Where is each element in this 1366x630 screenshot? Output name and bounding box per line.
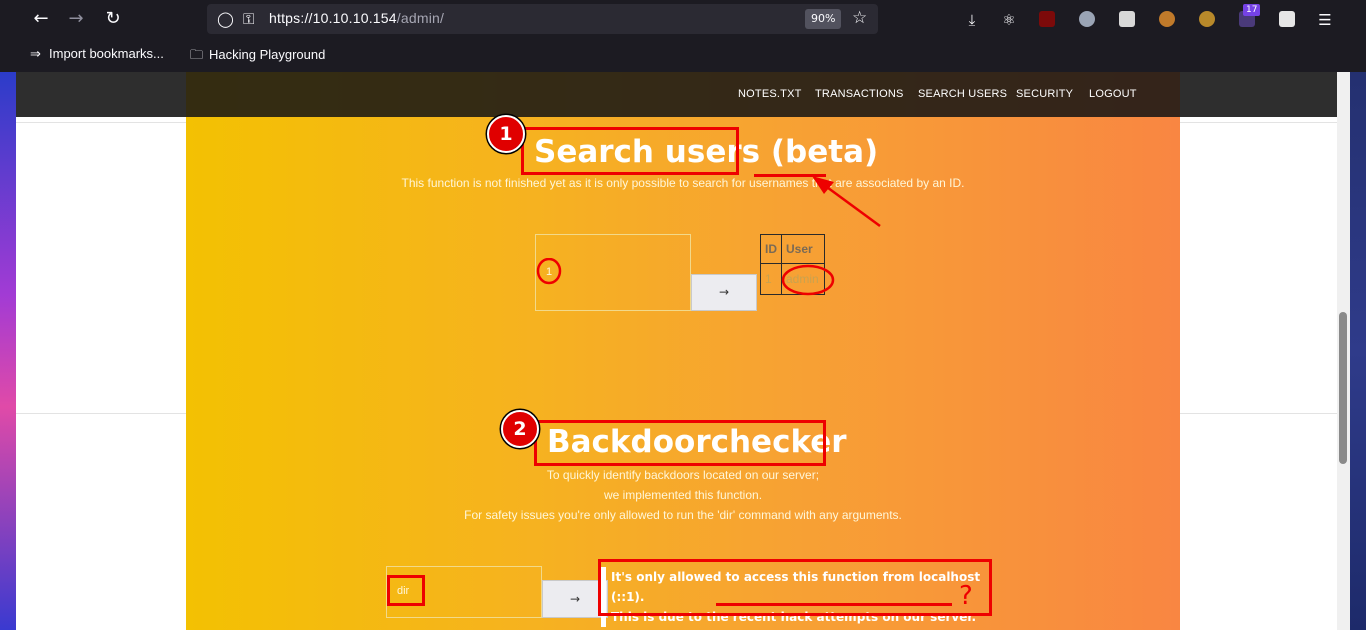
annotation-marker-1: 1	[487, 115, 525, 153]
extension-badge: 17	[1243, 4, 1261, 16]
qr-code-icon[interactable]	[1119, 11, 1135, 27]
annotation-marker-2: 2	[501, 410, 539, 448]
browser-toolbar: ← → ↻ ◯ ⚿ https://10.10.10.154/admin/ 90…	[0, 0, 1366, 38]
annotation-circle-input	[536, 258, 562, 285]
annotation-arrow	[812, 176, 881, 228]
bookmark-folder-label: Hacking Playground	[209, 47, 326, 62]
annotation-question-mark: ?	[959, 581, 973, 611]
annotation-box-search-title	[521, 127, 739, 175]
nav-notes[interactable]: NOTES.TXT	[738, 88, 802, 100]
nav-transactions[interactable]: TRANSACTIONS	[815, 88, 904, 100]
bookmark-folder-hacking[interactable]: 🗀 Hacking Playground	[190, 46, 325, 68]
table-header-id: ID	[760, 234, 782, 264]
forward-icon[interactable]: →	[62, 6, 90, 32]
backdoor-description-line1: To quickly identify backdoors located on…	[546, 468, 820, 482]
cookie-icon[interactable]	[1159, 11, 1175, 27]
annotation-box-error	[598, 559, 992, 616]
url-bar[interactable]: ◯ ⚿ https://10.10.10.154/admin/ 90% ☆	[207, 4, 878, 34]
backdoor-description-line3: For safety issues you're only allowed to…	[464, 508, 902, 522]
desktop-wallpaper-right	[1350, 72, 1366, 630]
nav-logout[interactable]: LOGOUT	[1089, 88, 1137, 100]
bookmark-import-label: Import bookmarks...	[49, 46, 164, 61]
import-icon: ⇒	[30, 46, 41, 61]
url-text[interactable]: https://10.10.10.154/admin/	[269, 10, 444, 26]
extensions-puzzle-icon[interactable]: ⚛	[998, 9, 1020, 31]
ublock-icon[interactable]	[1039, 11, 1055, 27]
annotation-circle-admin	[781, 264, 835, 296]
nav-search-users[interactable]: SEARCH USERS	[918, 88, 1007, 100]
zoom-level[interactable]: 90%	[805, 9, 842, 29]
search-users-title-beta: (beta)	[770, 134, 879, 170]
folder-icon: 🗀	[190, 47, 204, 62]
url-path: /admin/	[396, 10, 445, 26]
shield-icon[interactable]: ◯	[217, 10, 234, 28]
backdoor-description-line2: we implemented this function.	[603, 488, 763, 502]
scrollbar-thumb[interactable]	[1339, 312, 1347, 464]
reload-icon[interactable]: ↻	[99, 6, 127, 32]
annotation-box-backdoor-title	[534, 420, 826, 466]
menu-hamburger-icon[interactable]: ☰	[1314, 9, 1336, 31]
desktop-wallpaper-left	[0, 72, 16, 630]
nav-security[interactable]: SECURITY	[1016, 88, 1073, 100]
site-navbar: NOTES.TXT TRANSACTIONS SEARCH USERS SECU…	[186, 72, 1180, 117]
screenshot-icon[interactable]	[1279, 11, 1295, 27]
page-viewport: Search users (beta) This function is not…	[16, 72, 1337, 630]
annotation-box-dir-input	[387, 575, 425, 606]
table-header-user: User	[781, 234, 825, 264]
back-icon[interactable]: ←	[27, 6, 55, 32]
search-submit-button[interactable]: →	[691, 274, 757, 311]
cookie-editor-icon[interactable]	[1199, 11, 1215, 27]
bookmark-import[interactable]: ⇒ Import bookmarks...	[30, 46, 164, 62]
bookmarks-bar: ⇒ Import bookmarks... 🗀 Hacking Playground	[0, 38, 1366, 73]
search-users-subtitle: This function is not finished yet as it …	[401, 176, 965, 190]
privacy-badger-icon[interactable]	[1079, 11, 1095, 27]
url-host: https://10.10.10.154	[269, 10, 397, 26]
table-cell-id: 1	[760, 263, 782, 295]
annotation-underline-hack	[716, 603, 952, 606]
bookmark-star-icon[interactable]: ☆	[852, 8, 867, 28]
lock-icon[interactable]: ⚿	[243, 10, 254, 28]
download-icon[interactable]: ⤓	[961, 9, 983, 31]
